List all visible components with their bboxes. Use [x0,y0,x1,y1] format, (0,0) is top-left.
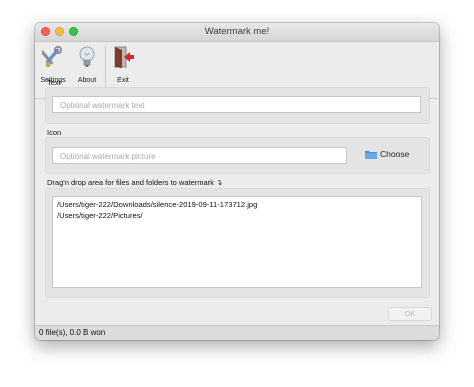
list-item[interactable]: /Users/tiger-222/Pictures/ [57,211,417,222]
watermark-picture-input[interactable]: Optional watermark picture [52,147,347,164]
drop-section-label: Drag'n drop area for files and folders t… [47,178,223,187]
status-text: 0 file(s), 0.0 B won [39,328,106,337]
title-bar: Watermark me! [35,23,439,42]
tools-icon [42,45,63,67]
watermark-text-input[interactable]: Optional watermark text [52,96,421,113]
window-title: Watermark me! [204,26,270,37]
exit-door-icon [114,46,134,68]
list-item[interactable]: /Users/tiger-222/Downloads/silence-2019-… [57,200,417,211]
about-label: About [77,77,97,84]
folder-icon [365,151,377,160]
toolbar-separator [105,46,106,90]
ok-button[interactable]: OK [388,307,432,321]
choose-button[interactable]: Choose [365,149,409,163]
app-window: Watermark me! Settings About Exit Text O… [35,23,439,340]
status-bar: 0 file(s), 0.0 B won [35,325,439,340]
icon-section-label: Icon [47,128,62,137]
text-section-label: Text [47,78,61,87]
drop-area-list[interactable]: /Users/tiger-222/Downloads/silence-2019-… [52,196,422,288]
lightbulb-icon [79,46,95,67]
choose-label: Choose [380,149,410,159]
exit-label: Exit [117,77,129,84]
